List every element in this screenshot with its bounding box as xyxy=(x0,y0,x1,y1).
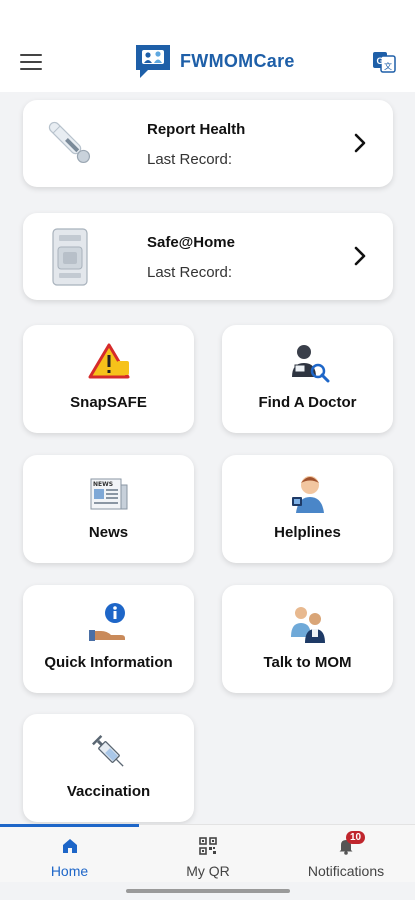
tile-label: Find A Doctor xyxy=(258,394,357,411)
tile-label: News xyxy=(88,524,129,541)
find-a-doctor-tile[interactable]: Find A Doctor xyxy=(222,325,393,433)
device-icon xyxy=(52,228,88,286)
tile-label: Vaccination xyxy=(66,783,151,800)
tab-label: Notifications xyxy=(307,863,385,879)
logo-icon xyxy=(136,45,170,78)
doctor-search-icon xyxy=(291,345,329,383)
home-icon xyxy=(62,839,77,853)
card-subtitle: Last Record: xyxy=(147,264,233,281)
bottom-tab-bar: Home My QR 10 Notifications xyxy=(0,824,415,882)
thermometer-icon xyxy=(48,121,91,164)
helpline-icon xyxy=(291,476,324,513)
tab-my-qr[interactable]: My QR xyxy=(139,825,277,883)
newspaper-icon: NEWS xyxy=(90,478,127,510)
qr-icon xyxy=(199,837,217,855)
quick-information-tile[interactable]: Quick Information xyxy=(23,585,194,693)
svg-text:G: G xyxy=(376,56,383,66)
svg-text:文: 文 xyxy=(384,61,392,71)
tile-label: Helplines xyxy=(274,524,341,541)
tile-label: Talk to MOM xyxy=(263,654,352,671)
app-logo: FWMOMCare xyxy=(134,42,295,80)
app-title: FWMOMCare xyxy=(180,50,295,71)
helplines-tile[interactable]: Helplines xyxy=(222,455,393,563)
tab-notifications[interactable]: 10 Notifications xyxy=(277,825,415,883)
report-health-card[interactable]: Report Health Last Record: xyxy=(23,100,393,187)
talk-people-icon xyxy=(290,607,325,643)
vaccination-tile[interactable]: Vaccination xyxy=(23,714,194,822)
syringe-icon xyxy=(91,735,124,767)
chevron-right-icon xyxy=(354,133,366,153)
news-tile[interactable]: NEWS News xyxy=(23,455,194,563)
svg-text:NEWS: NEWS xyxy=(93,481,113,488)
snapsafe-tile[interactable]: SnapSAFE xyxy=(23,325,194,433)
talk-to-mom-tile[interactable]: Talk to MOM xyxy=(222,585,393,693)
tile-label: SnapSAFE xyxy=(70,394,147,411)
tab-label: My QR xyxy=(186,863,230,879)
card-title: Report Health xyxy=(147,121,246,138)
home-indicator xyxy=(126,889,290,893)
chevron-right-icon xyxy=(354,246,366,266)
hamburger-menu-icon[interactable] xyxy=(20,54,42,70)
notification-count-badge: 10 xyxy=(346,831,366,844)
tile-label: Quick Information xyxy=(44,654,173,671)
translate-icon[interactable]: G 文 xyxy=(372,50,396,74)
app-header: FWMOMCare G 文 xyxy=(0,0,415,92)
tab-label: Home xyxy=(50,863,89,879)
card-title: Safe@Home xyxy=(147,234,235,251)
safe-at-home-card[interactable]: Safe@Home Last Record: xyxy=(23,213,393,300)
info-hand-icon xyxy=(88,603,125,641)
tab-home[interactable]: Home xyxy=(0,825,139,883)
warning-icon xyxy=(88,343,129,379)
card-subtitle: Last Record: xyxy=(147,151,233,168)
